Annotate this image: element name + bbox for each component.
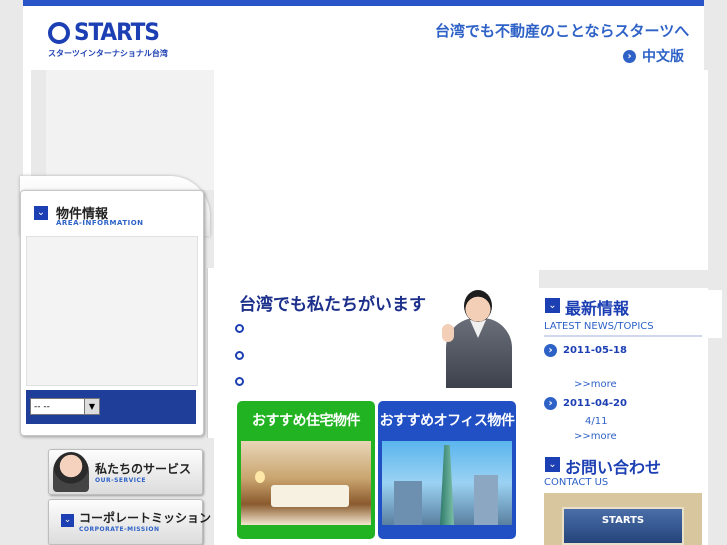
contact-subtitle: CONTACT US (544, 477, 609, 488)
center-title: 台湾でも私たちがいます (239, 295, 426, 315)
service-button-label: 私たちのサービス (95, 462, 192, 476)
news-chevron-icon: ⌄ (545, 298, 560, 313)
arrow-right-icon: › (544, 396, 557, 410)
dropdown-arrow-icon[interactable]: ▼ (84, 399, 99, 414)
bullet-circle-icon (235, 324, 244, 333)
bullet-circle-icon (235, 351, 244, 360)
building-shape (474, 475, 498, 525)
office-label: おすすめオフィス物件 (379, 413, 515, 429)
area-select[interactable]: -- -- ▼ (30, 398, 100, 415)
residential-photo (241, 441, 371, 525)
mission-chevron-icon: ⌄ (61, 514, 74, 527)
area-select-value: -- -- (34, 402, 50, 412)
news-more-link[interactable]: >>more (574, 431, 617, 442)
our-service-button[interactable]: 私たちのサービス OUR-SERVICE (48, 449, 203, 495)
news-date: 2011-05-18 (563, 344, 627, 356)
logo-subtitle: スターツインターナショナル台湾 (48, 49, 168, 58)
news-item: › 2011-04-20 (544, 396, 627, 410)
area-panel-subtitle: AREA-INFORMATION (56, 219, 144, 227)
bullet-circle-icon (235, 377, 244, 386)
bed-shape (271, 485, 349, 507)
chinese-version-link[interactable]: › 中文版 (623, 47, 684, 65)
news-subtitle: LATEST NEWS/TOPICS (544, 321, 654, 332)
person-hand (442, 324, 454, 342)
service-button-sublabel: OUR-SERVICE (95, 477, 147, 484)
left-white-strip (23, 70, 31, 190)
starts-logo[interactable]: STARTS (48, 18, 168, 48)
main-banner (214, 70, 708, 270)
corporate-mission-button[interactable]: ⌄ コーポレートミッション CORPORATE-MISSION (48, 499, 211, 545)
contact-office-photo[interactable]: STARTS (544, 493, 702, 545)
news-date: 2011-04-20 (563, 397, 627, 409)
office-sign-text: STARTS (601, 515, 645, 526)
area-content-box (26, 236, 198, 386)
businesswoman-image (440, 288, 516, 388)
news-text[interactable]: 4/11 (585, 416, 607, 427)
news-item: › 2011-05-18 (544, 343, 627, 357)
contact-title[interactable]: お問い合わせ (565, 454, 661, 478)
service-avatar (53, 452, 89, 492)
lamp-shape (255, 471, 265, 483)
mission-button-label: コーポレートミッション (79, 511, 212, 525)
office-sign: STARTS (562, 507, 684, 545)
right-panel-edge (700, 290, 722, 338)
mission-button-sublabel: CORPORATE-MISSION (79, 526, 160, 533)
recommended-office-button[interactable]: おすすめオフィス物件 (378, 401, 516, 539)
logo-word: STARTS (74, 18, 160, 46)
person-head (464, 290, 492, 322)
news-more-link[interactable]: >>more (574, 379, 617, 390)
arrow-right-icon: › (544, 343, 557, 357)
area-chevron-icon: ⌄ (34, 206, 48, 220)
contact-chevron-icon: ⌄ (545, 457, 560, 472)
office-photo (382, 441, 512, 525)
taipei-tower-shape (440, 445, 454, 525)
header-tagline: 台湾でも不動産のことならスターツへ (435, 22, 690, 40)
building-shape (394, 481, 422, 525)
news-title: 最新情報 (565, 299, 630, 318)
chinese-version-label: 中文版 (642, 49, 684, 65)
residential-label: おすすめ住宅物件 (252, 413, 361, 429)
recommended-residential-button[interactable]: おすすめ住宅物件 (237, 401, 375, 539)
news-divider (544, 335, 702, 337)
left-top-panel (46, 70, 214, 190)
arrow-right-icon: › (623, 49, 636, 63)
logo-ring-icon (48, 22, 70, 44)
